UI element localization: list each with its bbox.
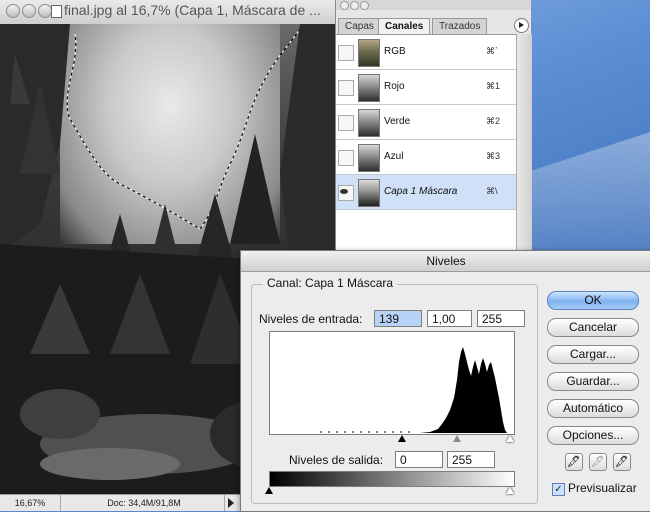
channel-row-rojo[interactable]: Rojo ⌘1 — [336, 70, 516, 105]
tab-trazados[interactable]: Trazados — [432, 18, 488, 34]
tab-capas[interactable]: Capas — [338, 18, 381, 34]
white-eyedropper-icon[interactable]: 🖋 — [613, 453, 631, 471]
channel-shortcut: ⌘2 — [486, 116, 501, 126]
channel-label: Canal: — [267, 276, 302, 290]
panel-menu-button[interactable] — [514, 18, 529, 33]
channels-list: RGB ⌘` Rojo ⌘1 Verde ⌘2 Azul ⌘3 Capa 1 M… — [336, 34, 516, 256]
histogram — [269, 331, 515, 435]
document-icon — [51, 5, 62, 18]
input-black-slider[interactable] — [398, 435, 406, 442]
channel-row-rgb[interactable]: RGB ⌘` — [336, 35, 516, 70]
output-white-slider[interactable] — [506, 487, 514, 494]
save-button[interactable]: Guardar... — [547, 372, 639, 391]
panel-zoom-button[interactable] — [360, 1, 369, 10]
channel-thumbnail — [358, 74, 380, 102]
channel-row-azul[interactable]: Azul ⌘3 — [336, 140, 516, 175]
eye-icon — [340, 189, 348, 194]
channel-thumbnail — [358, 144, 380, 172]
channel-shortcut: ⌘3 — [486, 151, 501, 161]
channel-value: Capa 1 Máscara — [305, 276, 394, 290]
output-white-field[interactable]: 255 — [447, 451, 495, 468]
channel-name: Azul — [384, 151, 404, 162]
channel-selector[interactable]: Canal: Capa 1 Máscara — [263, 276, 398, 290]
ok-button[interactable]: OK — [547, 291, 639, 310]
output-levels-label: Niveles de salida: — [289, 453, 384, 467]
panel-minimize-button[interactable] — [350, 1, 359, 10]
channel-name: Capa 1 Máscara — [384, 186, 458, 197]
levels-dialog: Niveles Canal: Capa 1 Máscara Niveles de… — [240, 250, 650, 512]
input-gamma-field[interactable]: 1,00 — [427, 310, 472, 327]
output-black-field[interactable]: 0 — [395, 451, 443, 468]
histogram-graph — [270, 347, 514, 433]
channel-name: RGB — [384, 46, 406, 57]
options-button[interactable]: Opciones... — [547, 426, 639, 445]
visibility-toggle[interactable] — [338, 45, 354, 61]
gray-eyedropper-icon[interactable]: 🖋 — [589, 453, 607, 471]
document-title: final.jpg al 16,7% (Capa 1, Máscara de .… — [64, 2, 321, 18]
zoom-window-button[interactable] — [38, 4, 52, 18]
channel-row-capa-1-mascara[interactable]: Capa 1 Máscara ⌘\ — [336, 175, 516, 210]
preview-checkbox[interactable]: ✓ — [552, 483, 565, 496]
preview-label: Previsualizar — [568, 481, 637, 495]
channels-panel: Capas Canales Trazados RGB ⌘` Rojo ⌘1 Ve… — [335, 0, 532, 256]
dialog-title: Niveles — [241, 251, 650, 272]
document-title-bar[interactable]: final.jpg al 16,7% (Capa 1, Máscara de .… — [0, 0, 335, 25]
panel-title-bar[interactable] — [336, 0, 531, 10]
channel-shortcut: ⌘\ — [486, 186, 498, 196]
visibility-toggle[interactable] — [338, 150, 354, 166]
channel-thumbnail — [358, 179, 380, 207]
tab-canales[interactable]: Canales — [378, 18, 431, 35]
channel-row-verde[interactable]: Verde ⌘2 — [336, 105, 516, 140]
channel-shortcut: ⌘` — [486, 46, 498, 56]
load-button[interactable]: Cargar... — [547, 345, 639, 364]
visibility-toggle[interactable] — [338, 115, 354, 131]
channel-shortcut: ⌘1 — [486, 81, 501, 91]
zoom-level[interactable]: 16,67% — [0, 495, 61, 511]
black-eyedropper-icon[interactable]: 🖋 — [565, 453, 583, 471]
input-levels-label: Niveles de entrada: — [259, 312, 363, 326]
minimize-window-button[interactable] — [22, 4, 36, 18]
panel-close-button[interactable] — [340, 1, 349, 10]
channels-scrollbar[interactable] — [516, 34, 532, 255]
document-size-info: Doc: 34,4M/91,8M — [64, 495, 225, 511]
channel-name: Rojo — [384, 81, 405, 92]
output-gradient-bar — [269, 471, 515, 487]
auto-button[interactable]: Automático — [547, 399, 639, 418]
cancel-button[interactable]: Cancelar — [547, 318, 639, 337]
close-window-button[interactable] — [6, 4, 20, 18]
status-menu-arrow-icon[interactable] — [228, 498, 234, 508]
channel-thumbnail — [358, 39, 380, 67]
input-gamma-slider[interactable] — [453, 435, 461, 442]
output-black-slider[interactable] — [265, 487, 273, 494]
channel-name: Verde — [384, 116, 411, 127]
input-black-field[interactable]: 139 — [374, 310, 422, 327]
channel-thumbnail — [358, 109, 380, 137]
input-white-slider[interactable] — [506, 435, 514, 442]
visibility-toggle[interactable] — [338, 80, 354, 96]
input-white-field[interactable]: 255 — [477, 310, 525, 327]
